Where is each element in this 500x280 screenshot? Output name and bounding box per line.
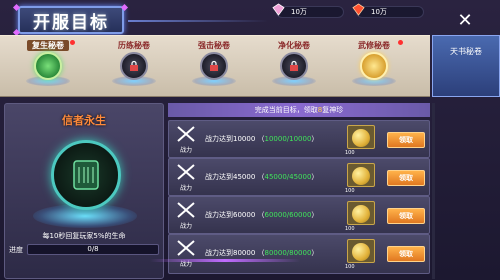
task-row: 战力 战力达到45000 （45000/45000） 100 领取 [168, 158, 430, 196]
task-goal: 战力达到60000 [205, 211, 256, 219]
task-row: 战力 战力达到80000 （80000/80000） 100 领取 [168, 234, 430, 274]
list-header-suffix: 复神珍 [322, 106, 344, 114]
tab-label: 强击秘卷 [198, 41, 230, 50]
skill-description: 每10秒回复玩家5%的生命 [42, 232, 126, 240]
crossed-swords-icon [177, 202, 195, 218]
tab-wuxiu[interactable]: 武修秘卷 [336, 36, 412, 98]
list-scrollbar[interactable] [432, 103, 435, 279]
lock-icon [290, 60, 298, 71]
scroll-tab-strip: 复生秘卷 历练秘卷 强击秘卷 净化秘卷 武修秘卷 [0, 35, 430, 97]
reward-count: 100 [345, 226, 355, 232]
row-icon-label: 战力 [179, 223, 192, 230]
tab-label: 天书秘卷 [450, 47, 482, 56]
currency-value: 10万 [356, 6, 424, 18]
tab-label: 净化秘卷 [278, 41, 310, 50]
scroll-glyph-icon [73, 160, 99, 190]
task-row: 战力 战力达到10000 （10000/10000） 100 领取 [168, 120, 430, 158]
reward-count: 100 [345, 150, 355, 156]
ruby-icon [352, 3, 365, 16]
task-progress: 60000/60000 [264, 211, 312, 219]
task-text: 战力达到45000 （45000/45000） [205, 173, 319, 181]
reward-slot[interactable] [347, 163, 375, 187]
coin-icon [352, 167, 370, 185]
reward-slot[interactable] [347, 125, 375, 149]
game-window: 开服目标 10万 10万 ✕ 复生秘卷 历练秘卷 强击秘卷 净化秘卷 武修秘卷 … [0, 0, 500, 280]
task-goal: 战力达到10000 [205, 135, 256, 143]
coin-icon [352, 243, 370, 261]
notification-dot [398, 40, 403, 45]
claim-button[interactable]: 领取 [387, 132, 425, 148]
lock-icon [130, 60, 138, 71]
task-goal: 战力达到80000 [205, 249, 256, 257]
claim-button[interactable]: 领取 [387, 208, 425, 224]
crossed-swords-icon [177, 240, 195, 256]
tab-label: 历练秘卷 [118, 41, 150, 50]
row-icon-label: 战力 [179, 185, 192, 192]
page-title-box: 开服目标 [18, 6, 124, 34]
diamond-icon [272, 3, 285, 16]
currency-ruby: 10万 [352, 3, 424, 19]
currency-value: 10万 [276, 6, 344, 18]
list-header-prefix: 完成当前目标，领取 [254, 106, 318, 114]
progress-text: 0/8 [87, 245, 99, 253]
header-divider [128, 20, 268, 22]
reward-slot[interactable] [347, 239, 375, 263]
task-progress: 45000/45000 [264, 173, 312, 181]
tab-fusheng[interactable]: 复生秘卷 [10, 36, 86, 98]
tab-jinghua[interactable]: 净化秘卷 [256, 36, 332, 98]
task-row: 战力 战力达到60000 （60000/60000） 100 领取 [168, 196, 430, 234]
tab-qiangji[interactable]: 强击秘卷 [176, 36, 252, 98]
reward-count: 100 [345, 188, 355, 194]
tab-tianshu[interactable]: 天书秘卷 [432, 35, 500, 97]
reward-skill-panel: 信者永生 每10秒回复玩家5%的生命 进度 0/8 [4, 103, 164, 279]
scroll-medal-icon [360, 52, 388, 80]
close-button[interactable]: ✕ [456, 12, 474, 30]
currency-diamond: 10万 [272, 3, 344, 19]
crossed-swords-icon [177, 126, 195, 142]
task-progress: 80000/80000 [264, 249, 312, 257]
skill-emblem-icon [51, 140, 121, 210]
notification-dot [70, 40, 75, 45]
coin-icon [352, 129, 370, 147]
coin-icon [352, 205, 370, 223]
tab-label: 复生秘卷 [27, 40, 69, 51]
reward-slot[interactable] [347, 201, 375, 225]
task-text: 战力达到10000 （10000/10000） [205, 135, 319, 143]
progress-label: 进度 [9, 246, 23, 254]
reward-count: 100 [345, 264, 355, 270]
row-icon-label: 战力 [179, 147, 192, 154]
crossed-swords-icon [177, 164, 195, 180]
scroll-medal-icon [34, 52, 62, 80]
task-text: 战力达到80000 （80000/80000） [205, 249, 319, 257]
progress-bar: 0/8 [27, 244, 159, 255]
close-icon: ✕ [457, 10, 473, 31]
bottom-decor-bar [150, 259, 300, 262]
lock-icon [210, 60, 218, 71]
claim-button[interactable]: 领取 [387, 246, 425, 262]
list-header: 完成当前目标，领取8复神珍 [168, 103, 430, 117]
claim-button[interactable]: 领取 [387, 170, 425, 186]
page-title: 开服目标 [33, 12, 109, 33]
task-text: 战力达到60000 （60000/60000） [205, 211, 319, 219]
task-progress: 10000/10000 [264, 135, 312, 143]
tab-lilian[interactable]: 历练秘卷 [96, 36, 172, 98]
skill-title: 信者永生 [62, 114, 106, 127]
task-goal: 战力达到45000 [205, 173, 256, 181]
